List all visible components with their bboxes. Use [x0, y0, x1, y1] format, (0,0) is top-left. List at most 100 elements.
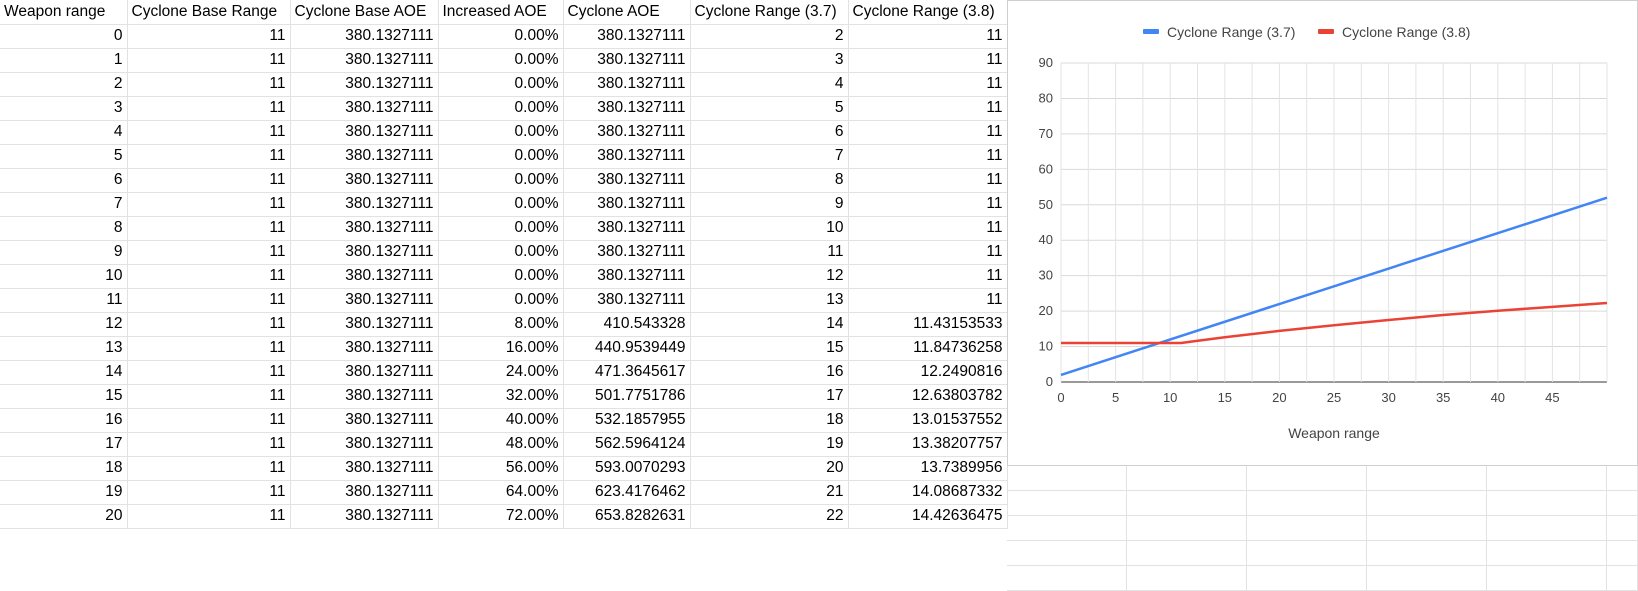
- table-cell[interactable]: 32.00%: [438, 384, 564, 409]
- table-cell[interactable]: 8: [0, 216, 128, 241]
- table-cell[interactable]: 380.1327111: [563, 120, 691, 145]
- table-cell[interactable]: 10: [690, 216, 849, 241]
- table-cell[interactable]: 562.5964124: [563, 432, 691, 457]
- table-cell[interactable]: 20: [0, 504, 128, 529]
- empty-cell[interactable]: [1367, 491, 1487, 516]
- table-cell[interactable]: 12.2490816: [848, 360, 1008, 385]
- empty-cell[interactable]: [1607, 541, 1638, 566]
- table-cell[interactable]: 380.1327111: [563, 96, 691, 121]
- table-cell[interactable]: 380.1327111: [290, 360, 439, 385]
- empty-cell[interactable]: [1007, 566, 1127, 591]
- table-cell[interactable]: 16.00%: [438, 336, 564, 361]
- empty-cell[interactable]: [1367, 466, 1487, 491]
- table-cell[interactable]: 0.00%: [438, 192, 564, 217]
- table-cell[interactable]: 11: [127, 48, 291, 73]
- table-cell[interactable]: 11: [127, 384, 291, 409]
- table-cell[interactable]: 10: [0, 264, 128, 289]
- table-cell[interactable]: 0.00%: [438, 120, 564, 145]
- column-header[interactable]: Cyclone Range (3.8): [848, 0, 1008, 25]
- table-cell[interactable]: 380.1327111: [290, 504, 439, 529]
- table-cell[interactable]: 0: [0, 24, 128, 49]
- empty-cell[interactable]: [1247, 516, 1367, 541]
- table-cell[interactable]: 64.00%: [438, 480, 564, 505]
- table-cell[interactable]: 380.1327111: [563, 216, 691, 241]
- table-cell[interactable]: 13.38207757: [848, 432, 1008, 457]
- table-cell[interactable]: 2: [690, 24, 849, 49]
- table-cell[interactable]: 4: [690, 72, 849, 97]
- table-cell[interactable]: 13: [0, 336, 128, 361]
- table-cell[interactable]: 48.00%: [438, 432, 564, 457]
- table-cell[interactable]: 501.7751786: [563, 384, 691, 409]
- table-cell[interactable]: 3: [0, 96, 128, 121]
- empty-cell[interactable]: [1007, 516, 1127, 541]
- table-cell[interactable]: 11: [127, 192, 291, 217]
- table-cell[interactable]: 12: [690, 264, 849, 289]
- table-cell[interactable]: 11: [848, 24, 1008, 49]
- table-cell[interactable]: 380.1327111: [290, 96, 439, 121]
- table-cell[interactable]: 2: [0, 72, 128, 97]
- table-cell[interactable]: 11: [127, 264, 291, 289]
- empty-cell[interactable]: [1367, 516, 1487, 541]
- table-cell[interactable]: 440.9539449: [563, 336, 691, 361]
- column-header[interactable]: Increased AOE: [438, 0, 564, 25]
- table-cell[interactable]: 72.00%: [438, 504, 564, 529]
- table-cell[interactable]: 380.1327111: [290, 120, 439, 145]
- empty-cell[interactable]: [1607, 491, 1638, 516]
- table-cell[interactable]: 380.1327111: [563, 144, 691, 169]
- table-cell[interactable]: 14: [690, 312, 849, 337]
- table-cell[interactable]: 11.43153533: [848, 312, 1008, 337]
- table-cell[interactable]: 11: [127, 312, 291, 337]
- table-cell[interactable]: 40.00%: [438, 408, 564, 433]
- table-cell[interactable]: 380.1327111: [563, 288, 691, 313]
- table-cell[interactable]: 14.08687332: [848, 480, 1008, 505]
- table-cell[interactable]: 13: [690, 288, 849, 313]
- table-cell[interactable]: 11: [0, 288, 128, 313]
- table-cell[interactable]: 11: [127, 168, 291, 193]
- empty-cell[interactable]: [1487, 541, 1607, 566]
- table-cell[interactable]: 380.1327111: [290, 216, 439, 241]
- table-cell[interactable]: 11: [127, 336, 291, 361]
- table-cell[interactable]: 11: [690, 240, 849, 265]
- table-cell[interactable]: 15: [690, 336, 849, 361]
- table-cell[interactable]: 14: [0, 360, 128, 385]
- table-cell[interactable]: 11: [127, 288, 291, 313]
- table-cell[interactable]: 0.00%: [438, 96, 564, 121]
- empty-cell[interactable]: [1367, 541, 1487, 566]
- table-cell[interactable]: 380.1327111: [290, 240, 439, 265]
- table-cell[interactable]: 380.1327111: [563, 240, 691, 265]
- table-cell[interactable]: 11: [848, 192, 1008, 217]
- empty-cell[interactable]: [1247, 541, 1367, 566]
- table-cell[interactable]: 17: [0, 432, 128, 457]
- table-cell[interactable]: 14.42636475: [848, 504, 1008, 529]
- table-cell[interactable]: 11: [127, 480, 291, 505]
- table-cell[interactable]: 9: [690, 192, 849, 217]
- table-cell[interactable]: 471.3645617: [563, 360, 691, 385]
- table-cell[interactable]: 11: [848, 120, 1008, 145]
- table-cell[interactable]: 11: [848, 72, 1008, 97]
- table-cell[interactable]: 11: [127, 504, 291, 529]
- table-cell[interactable]: 11: [127, 120, 291, 145]
- table-cell[interactable]: 0.00%: [438, 168, 564, 193]
- table-cell[interactable]: 11: [127, 240, 291, 265]
- table-cell[interactable]: 17: [690, 384, 849, 409]
- table-cell[interactable]: 0.00%: [438, 288, 564, 313]
- column-header[interactable]: Cyclone Base Range: [127, 0, 291, 25]
- empty-cell[interactable]: [1007, 466, 1127, 491]
- empty-cell[interactable]: [1127, 541, 1247, 566]
- table-cell[interactable]: 380.1327111: [290, 48, 439, 73]
- table-cell[interactable]: 380.1327111: [290, 168, 439, 193]
- table-cell[interactable]: 11: [848, 48, 1008, 73]
- table-cell[interactable]: 380.1327111: [563, 168, 691, 193]
- table-cell[interactable]: 4: [0, 120, 128, 145]
- empty-cell[interactable]: [1487, 566, 1607, 591]
- table-cell[interactable]: 380.1327111: [290, 384, 439, 409]
- table-cell[interactable]: 11: [848, 168, 1008, 193]
- table-cell[interactable]: 21: [690, 480, 849, 505]
- table-cell[interactable]: 623.4176462: [563, 480, 691, 505]
- table-cell[interactable]: 1: [0, 48, 128, 73]
- table-cell[interactable]: 20: [690, 456, 849, 481]
- table-cell[interactable]: 8: [690, 168, 849, 193]
- table-cell[interactable]: 380.1327111: [563, 264, 691, 289]
- table-cell[interactable]: 18: [690, 408, 849, 433]
- table-cell[interactable]: 380.1327111: [563, 24, 691, 49]
